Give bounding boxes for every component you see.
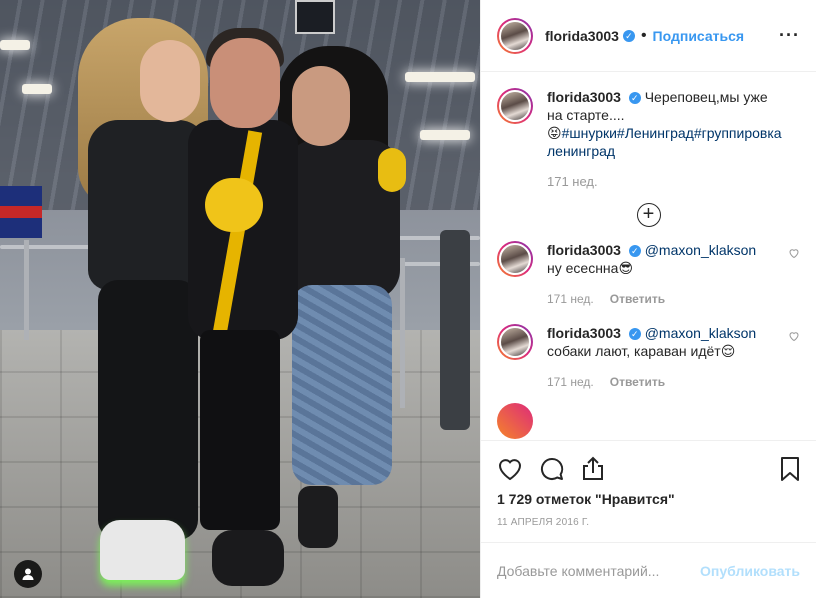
photo-kiosk xyxy=(440,230,470,430)
reply-button[interactable]: Ответить xyxy=(610,373,665,391)
person-left-shoe xyxy=(100,520,185,580)
person-right-face xyxy=(292,66,350,146)
person-right-glove xyxy=(378,148,406,192)
comment-mention[interactable]: @maxon_klakson xyxy=(645,325,757,341)
post-actions: 1 729 отметок "Нравится" 11 АПРЕЛЯ 2016 … xyxy=(481,440,816,542)
like-heart-icon[interactable] xyxy=(497,457,523,481)
photo-light xyxy=(22,84,52,94)
person-right-boot xyxy=(298,486,338,548)
verified-badge-icon: ✓ xyxy=(622,29,635,42)
caption-avatar[interactable] xyxy=(497,88,533,124)
comment-age[interactable]: 171 нед. xyxy=(547,373,594,391)
post-side-panel: florida3003 ✓ • Подписаться ··· florida3… xyxy=(480,0,816,598)
share-icon[interactable] xyxy=(581,456,605,482)
verified-badge-icon: ✓ xyxy=(628,245,641,258)
photo-light xyxy=(0,40,30,50)
photo-light xyxy=(405,72,475,82)
comment-avatar-partial xyxy=(497,403,533,439)
comment-bubble-icon[interactable] xyxy=(539,456,565,482)
caption-age[interactable]: 171 нед. xyxy=(547,173,598,191)
photo-light xyxy=(420,130,470,140)
photo-screen xyxy=(295,0,335,34)
heart-icon[interactable] xyxy=(788,330,800,342)
comment-text: собаки лают, караван идёт😌 xyxy=(547,343,736,359)
likes-count[interactable]: 1 729 отметок "Нравится" xyxy=(497,491,800,507)
verified-badge-icon: ✓ xyxy=(628,328,641,341)
person-left-face xyxy=(140,40,200,122)
author-avatar[interactable] xyxy=(497,17,533,54)
comment-item: florida3003 ✓ @maxon_klakson ну есесннa😎… xyxy=(497,241,800,308)
heart-icon[interactable] xyxy=(788,247,800,259)
person-right-jeans xyxy=(292,285,392,485)
add-comment-bar: Добавьте комментарий... Опубликовать xyxy=(481,542,816,598)
person-center-legs xyxy=(200,330,280,530)
photo-sign-stripe xyxy=(0,206,42,218)
comment-mention[interactable]: @maxon_klakson xyxy=(645,242,757,258)
bookmark-icon[interactable] xyxy=(780,456,800,482)
post-date[interactable]: 11 АПРЕЛЯ 2016 Г. xyxy=(497,517,800,542)
comments-list[interactable]: florida3003 ✓ Череповец,мы уже на старте… xyxy=(481,72,816,440)
comment-username[interactable]: florida3003 xyxy=(547,325,621,341)
comment-avatar[interactable] xyxy=(497,241,533,277)
post-header: florida3003 ✓ • Подписаться ··· xyxy=(481,0,816,72)
load-more-comments[interactable]: + xyxy=(497,203,800,227)
caption: florida3003 ✓ Череповец,мы уже на старте… xyxy=(497,88,800,191)
author-username[interactable]: florida3003 xyxy=(545,28,619,44)
comment-age[interactable]: 171 нед. xyxy=(547,290,594,308)
person-center-shoe xyxy=(212,530,284,586)
publish-button[interactable]: Опубликовать xyxy=(700,563,800,579)
user-icon xyxy=(22,568,34,580)
person-center-face xyxy=(210,38,280,128)
caption-hashtags[interactable]: #шнурки#Ленинград#группировка ленинград xyxy=(547,125,782,159)
photo-post xyxy=(400,258,405,408)
photo-post xyxy=(24,240,29,340)
caption-username[interactable]: florida3003 xyxy=(547,89,621,105)
comment-text: ну есесннa😎 xyxy=(547,260,634,276)
more-dots-icon[interactable]: ··· xyxy=(779,25,800,46)
verified-badge-icon: ✓ xyxy=(628,92,641,105)
plus-circle-icon[interactable]: + xyxy=(636,203,661,227)
separator-dot: • xyxy=(640,26,647,44)
post-modal: florida3003 ✓ • Подписаться ··· florida3… xyxy=(0,0,816,598)
comment-username[interactable]: florida3003 xyxy=(547,242,621,258)
follow-button[interactable]: Подписаться xyxy=(653,28,745,44)
post-photo[interactable] xyxy=(0,0,480,598)
caption-emoji: 😝 xyxy=(547,125,562,141)
tagged-users-button[interactable] xyxy=(14,560,42,588)
person-center-glove xyxy=(205,178,263,232)
comment-avatar[interactable] xyxy=(497,324,533,360)
comment-item: florida3003 ✓ @maxon_klakson собаки лают… xyxy=(497,324,800,391)
reply-button[interactable]: Ответить xyxy=(610,290,665,308)
comment-input[interactable]: Добавьте комментарий... xyxy=(497,563,700,579)
person-left-legs xyxy=(98,280,198,540)
